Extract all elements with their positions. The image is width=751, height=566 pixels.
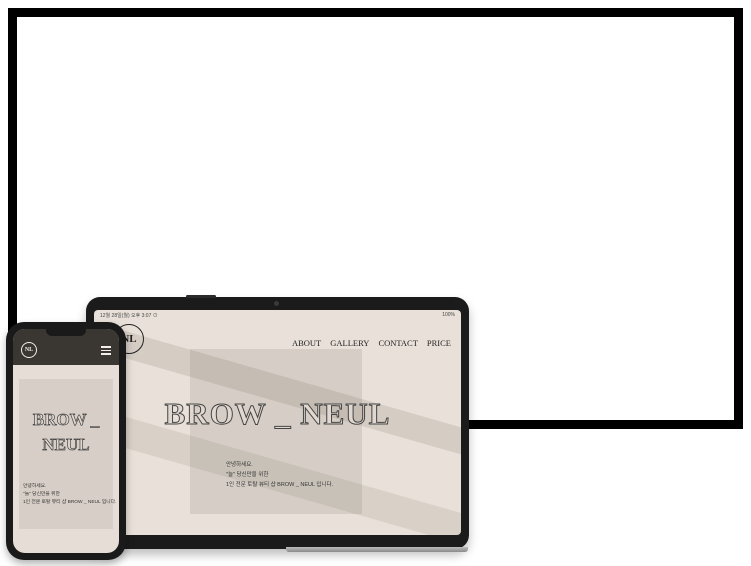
intro-line: 1인 전문 토탈 뷰티 샵 BROW _ NEUL 입니다. xyxy=(23,500,117,505)
hero-title-line: NEUL xyxy=(42,435,90,455)
tablet-screen: 12월 28일(월) 오후 3:07 ⊙ 100% NL ABOUT GALLE… xyxy=(94,310,461,535)
hero-title: BROW _ NEUL xyxy=(13,407,119,457)
phone-mockup: NL BROW _ NEUL 안녕하세요. "늘" 당신만을 위한 1인 전문 … xyxy=(6,322,126,560)
intro-text: 안녕하세요. "늘" 당신만을 위한 1인 전문 토탈 뷰티 샵 BROW _ … xyxy=(23,483,116,507)
intro-line: "늘" 당신만을 위한 xyxy=(226,472,269,478)
intro-text: 안녕하세요. "늘" 당신만을 위한 1인 전문 토탈 뷰티 샵 BROW _ … xyxy=(226,460,333,490)
phone-screen: NL BROW _ NEUL 안녕하세요. "늘" 당신만을 위한 1인 전문 … xyxy=(13,329,119,553)
status-time: 12월 28일(월) 오후 3:07 ⊙ xyxy=(100,312,158,319)
phone-notch xyxy=(46,329,86,336)
main-nav: ABOUT GALLERY CONTACT PRICE xyxy=(292,338,451,348)
intro-line: 1인 전문 토탈 뷰티 샵 BROW _ NEUL 입니다. xyxy=(226,482,334,488)
hero-title-line: BROW _ xyxy=(32,410,100,430)
site-logo[interactable]: NL xyxy=(21,342,37,358)
tablet-mockup: 12월 28일(월) 오후 3:07 ⊙ 100% NL ABOUT GALLE… xyxy=(86,295,469,549)
nav-about[interactable]: ABOUT xyxy=(292,338,321,348)
intro-line: "늘" 당신만을 위한 xyxy=(23,492,60,497)
intro-line: 안녕하세요. xyxy=(23,484,47,489)
hero-title: BROW _ NEUL xyxy=(164,396,391,432)
tablet-status-bar: 12월 28일(월) 오후 3:07 ⊙ 100% xyxy=(94,310,461,320)
hamburger-icon[interactable] xyxy=(101,346,111,357)
status-battery: 100% xyxy=(442,312,455,318)
nav-gallery[interactable]: GALLERY xyxy=(330,338,369,348)
tablet-camera xyxy=(274,301,279,306)
tablet-bottom-edge xyxy=(286,547,468,552)
tablet-power-button xyxy=(186,295,216,298)
intro-line: 안녕하세요. xyxy=(226,462,253,468)
nav-price[interactable]: PRICE xyxy=(427,338,451,348)
nav-contact[interactable]: CONTACT xyxy=(378,338,417,348)
